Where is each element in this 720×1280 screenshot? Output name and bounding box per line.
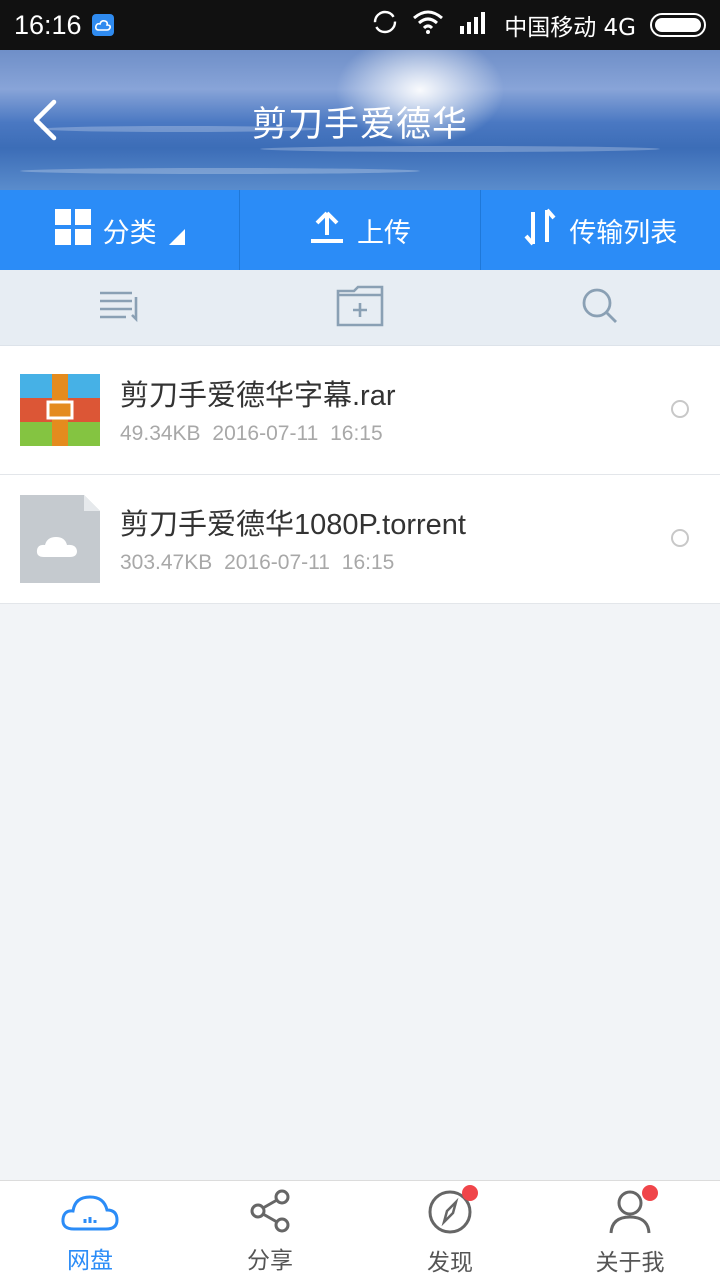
- file-meta: 303.47KB 2016-07-11 16:15: [120, 551, 395, 574]
- transfer-list-button[interactable]: 传输列表: [481, 190, 720, 270]
- nav-label: 发现: [427, 1250, 473, 1276]
- nav-about-me[interactable]: 关于我: [540, 1181, 720, 1280]
- dropdown-triangle-icon: [168, 229, 185, 245]
- torrent-file-icon: [20, 495, 100, 583]
- page-title: 剪刀手爱德华: [251, 105, 468, 145]
- status-time: 16:16: [14, 9, 82, 40]
- category-button[interactable]: 分类: [0, 190, 241, 270]
- bottom-nav: 网盘 分享 发现 关于我: [0, 1180, 720, 1280]
- rar-archive-icon: [20, 374, 100, 446]
- share-icon: [248, 1189, 292, 1237]
- file-meta: 49.34KB 2016-07-11 16:15: [120, 422, 383, 445]
- upload-icon: [309, 209, 345, 252]
- cloud-disk-icon: [60, 1189, 120, 1237]
- category-label: 分类: [102, 217, 157, 249]
- search-icon: [581, 287, 619, 329]
- new-folder-button[interactable]: [240, 270, 480, 345]
- sync-icon: [372, 9, 398, 42]
- nav-label: 网盘: [67, 1248, 113, 1274]
- select-radio[interactable]: [671, 529, 689, 547]
- sort-button[interactable]: [0, 270, 240, 345]
- file-name: 剪刀手爱德华字幕.rar: [120, 380, 396, 412]
- transfer-icon: [523, 208, 557, 253]
- notification-badge: [462, 1185, 478, 1201]
- wifi-icon: [412, 10, 444, 41]
- search-button[interactable]: [480, 270, 720, 345]
- list-item[interactable]: 剪刀手爱德华1080P.torrent 303.47KB 2016-07-11 …: [0, 475, 720, 604]
- upload-label: 上传: [356, 217, 411, 249]
- carrier-label: 中国移动 4G: [504, 15, 636, 41]
- nav-share[interactable]: 分享: [180, 1181, 360, 1280]
- new-folder-icon: [336, 285, 384, 331]
- status-bar: 16:16 中国移动 4G: [0, 0, 720, 50]
- select-radio[interactable]: [671, 400, 689, 418]
- nav-label: 关于我: [595, 1250, 665, 1276]
- action-bar: 分类 上传 传输列表: [0, 190, 720, 270]
- nav-label: 分享: [247, 1248, 293, 1274]
- upload-button[interactable]: 上传: [240, 190, 481, 270]
- file-list: 剪刀手爱德华字幕.rar 49.34KB 2016-07-11 16:15 剪刀…: [0, 346, 720, 604]
- sort-list-icon: [98, 289, 142, 327]
- toolbar: [0, 270, 720, 346]
- grid-icon: [54, 208, 91, 252]
- cloud-app-icon: [91, 14, 114, 36]
- battery-icon: [650, 13, 706, 37]
- transfer-list-label: 传输列表: [569, 217, 678, 249]
- notification-badge: [642, 1185, 658, 1201]
- list-item[interactable]: 剪刀手爱德华字幕.rar 49.34KB 2016-07-11 16:15: [0, 346, 720, 475]
- nav-cloud-disk[interactable]: 网盘: [0, 1181, 180, 1280]
- header: 剪刀手爱德华: [0, 50, 720, 190]
- file-name: 剪刀手爱德华1080P.torrent: [120, 509, 466, 541]
- nav-discover[interactable]: 发现: [360, 1181, 540, 1280]
- signal-icon: [458, 10, 490, 41]
